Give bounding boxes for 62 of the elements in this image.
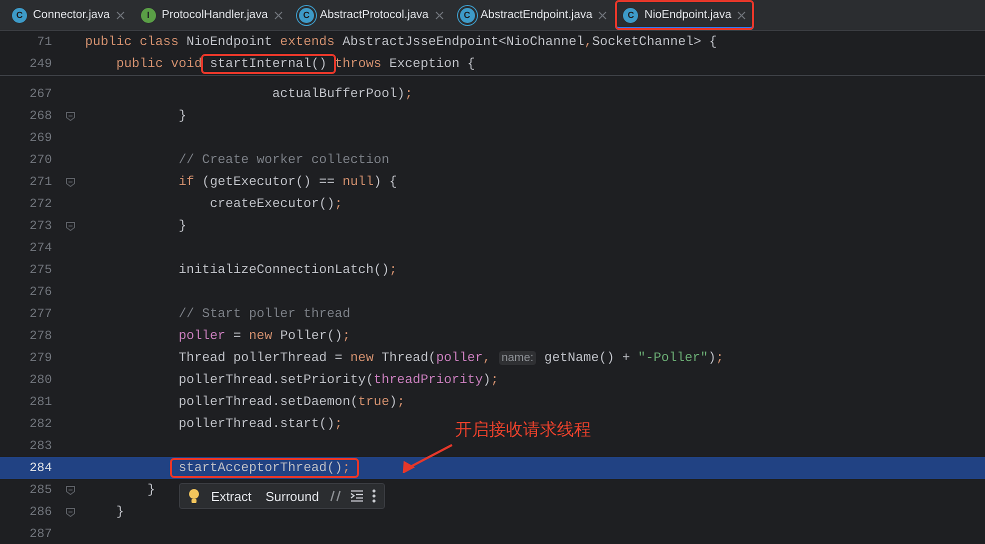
- line-number: 278: [28, 329, 53, 343]
- code-line: pollerThread.setPriority(threadPriority);: [178, 371, 500, 389]
- line-number: 279: [28, 351, 53, 365]
- line-number: 282: [28, 417, 53, 431]
- annotation-text: 开启接收请求线程: [455, 419, 591, 441]
- editor-tab[interactable]: I ProtocolHandler.java: [132, 0, 291, 30]
- reformat-icon[interactable]: [350, 490, 364, 502]
- intention-action[interactable]: Extract: [208, 488, 254, 504]
- editor-tab[interactable]: C AbstractProtocol.java: [290, 0, 452, 30]
- editor-tab[interactable]: C NioEndpoint.java: [615, 0, 754, 30]
- code-line: }: [178, 217, 188, 235]
- annotation-arrow: [402, 444, 453, 473]
- line-number: 276: [28, 285, 53, 299]
- line-number: 274: [28, 241, 53, 255]
- code-line: if (getExecutor() == null) {: [178, 173, 398, 191]
- line-number: 287: [28, 527, 53, 541]
- code-line: poller = new Poller();: [178, 327, 352, 345]
- editor-tab[interactable]: C AbstractEndpoint.java: [452, 0, 616, 30]
- code-line: // Create worker collection: [178, 151, 390, 169]
- file-type-icon: I: [140, 8, 156, 22]
- code-line: pollerThread.start();: [178, 415, 344, 433]
- code-line: pollerThread.setDaemon(true);: [178, 393, 406, 411]
- close-icon: [737, 10, 746, 20]
- line-number: 281: [28, 395, 53, 409]
- editor-tab[interactable]: C Connector.java: [4, 0, 133, 30]
- close-icon: [434, 10, 444, 20]
- line-number: 267: [28, 87, 53, 101]
- more-icon[interactable]: [372, 489, 376, 503]
- intention-action[interactable]: Surround: [262, 488, 322, 504]
- comment-icon[interactable]: [330, 490, 342, 502]
- line-number: 71: [36, 35, 53, 49]
- code-line: // Start poller thread: [178, 305, 352, 323]
- line-number: 284: [28, 461, 53, 475]
- file-type-icon: C: [298, 8, 314, 22]
- close-icon: [598, 10, 608, 20]
- file-type-icon: C: [12, 8, 27, 22]
- line-number: 269: [28, 131, 53, 145]
- line-number: 285: [28, 483, 53, 497]
- code-line: initializeConnectionLatch();: [178, 261, 398, 279]
- line-number: 286: [28, 505, 53, 519]
- line-number: 271: [28, 175, 53, 189]
- line-number: 268: [28, 109, 53, 123]
- close-icon: [274, 10, 283, 20]
- code-line: actualBufferPool);: [271, 85, 414, 103]
- code-line: Thread pollerThread = new Thread(poller, name: getName() + "-Poller");: [178, 349, 725, 367]
- line-number: 283: [28, 439, 53, 453]
- line-number: 280: [28, 373, 53, 387]
- code-line: public class NioEndpoint extends AbstractJsseEndpoint<NioChannel,SocketChannel> {: [85, 33, 718, 51]
- line-number: 270: [28, 153, 53, 167]
- close-icon: [116, 10, 125, 20]
- line-number: 273: [28, 219, 53, 233]
- line-number: 249: [28, 57, 53, 71]
- code-line: createExecutor();: [208, 195, 344, 213]
- code-line: }: [178, 107, 188, 125]
- line-number: 272: [28, 197, 53, 211]
- lightbulb-icon: [188, 488, 200, 504]
- code-line: }: [146, 481, 156, 499]
- code-line: }: [115, 503, 126, 521]
- line-number: 275: [28, 263, 53, 277]
- file-type-icon: C: [460, 8, 475, 22]
- line-number: 277: [28, 307, 53, 321]
- file-type-icon: C: [623, 8, 638, 22]
